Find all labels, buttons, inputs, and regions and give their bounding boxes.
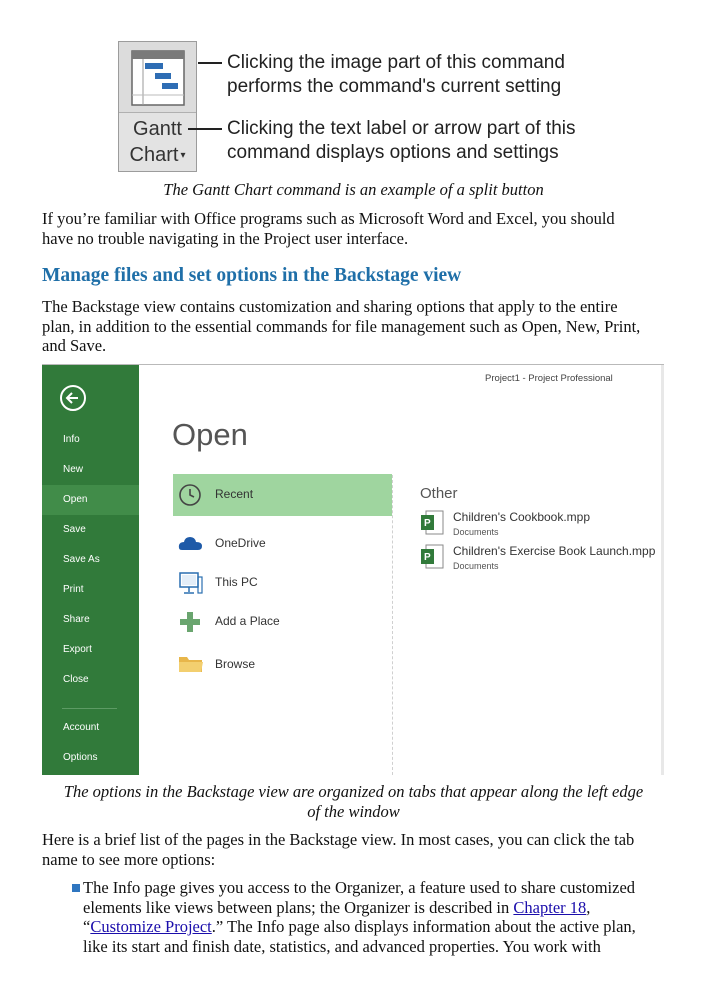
caption-line-1: The options in the Backstage view are or… bbox=[63, 782, 644, 801]
callout-leader-2 bbox=[188, 128, 222, 130]
callout-text-2: Clicking the text label or arrow part of… bbox=[227, 117, 576, 165]
clock-icon bbox=[179, 484, 201, 506]
callout-1-line-1: Clicking the image part of this command bbox=[227, 52, 565, 73]
bullet-square-icon bbox=[72, 884, 80, 892]
svg-text:P: P bbox=[424, 552, 431, 563]
location-label: This PC bbox=[215, 575, 258, 589]
computer-icon bbox=[179, 572, 203, 594]
section-heading: Manage files and set options in the Back… bbox=[42, 265, 462, 286]
list-intro-line-2: name to see more options: bbox=[42, 849, 216, 869]
project-file-icon: P bbox=[421, 544, 444, 569]
bullet-line-3: “Customize Project.” The Info page also … bbox=[83, 917, 683, 937]
figure-caption-backstage: The options in the Backstage view are or… bbox=[0, 782, 707, 822]
nav-export[interactable]: Export bbox=[42, 635, 139, 665]
figure-caption-split-button: The Gantt Chart command is an example of… bbox=[163, 180, 544, 199]
file-location: Documents bbox=[453, 527, 499, 537]
bullet-line-4: like its start and finish date, statisti… bbox=[83, 936, 601, 956]
backstage-sidebar: Info New Open Save Save As Print Share E… bbox=[42, 365, 139, 775]
page-title: Open bbox=[172, 417, 248, 452]
split-button-label-top: Gantt bbox=[133, 118, 182, 140]
nav-close[interactable]: Close bbox=[42, 665, 139, 695]
section-line-3: and Save. bbox=[42, 336, 107, 355]
scrollbar-track[interactable] bbox=[661, 365, 664, 775]
cloud-icon bbox=[178, 537, 202, 550]
other-heading: Other bbox=[420, 485, 458, 502]
bullet-line-2: elements like views between plans; the O… bbox=[83, 898, 683, 918]
nav-new[interactable]: New bbox=[42, 455, 139, 485]
section-line-2: plan, in addition to the essential comma… bbox=[42, 316, 641, 336]
location-this-pc[interactable]: This PC bbox=[173, 562, 392, 604]
chapter-18-link[interactable]: Chapter 18 bbox=[513, 898, 586, 917]
bullet-line-2-punct: , bbox=[586, 897, 591, 917]
location-onedrive[interactable]: OneDrive bbox=[173, 523, 392, 565]
callout-text-1: Clicking the image part of this command … bbox=[227, 51, 565, 99]
location-browse[interactable]: Browse bbox=[173, 644, 392, 686]
bullet-line-1: The Info page gives you access to the Or… bbox=[83, 878, 636, 897]
backstage-screenshot: Info New Open Save Save As Print Share E… bbox=[42, 364, 664, 775]
project-file-icon: P bbox=[421, 510, 444, 535]
section-paragraph: The Backstage view contains customizatio… bbox=[42, 297, 682, 356]
location-label: Add a Place bbox=[215, 614, 280, 628]
customize-project-link[interactable]: Customize Project bbox=[90, 917, 211, 936]
list-intro-line-1: Here is a brief list of the pages in the… bbox=[42, 830, 635, 849]
nav-share[interactable]: Share bbox=[42, 605, 139, 635]
callout-1-line-2: performs the command's current setting bbox=[227, 76, 562, 97]
back-arrow-icon[interactable] bbox=[60, 385, 86, 411]
nav-options[interactable]: Options bbox=[42, 743, 139, 773]
gantt-chart-icon bbox=[131, 50, 185, 106]
nav-save-as[interactable]: Save As bbox=[42, 545, 139, 575]
callout-leader-1 bbox=[198, 62, 222, 64]
intro-line-2: have no trouble navigating in the Projec… bbox=[42, 228, 409, 248]
nav-info[interactable]: Info bbox=[42, 425, 139, 455]
nav-divider bbox=[62, 708, 117, 709]
split-button-label-part[interactable]: Gantt Chart ▾ bbox=[121, 116, 194, 169]
intro-paragraph: If you’re familiar with Office programs … bbox=[42, 209, 682, 248]
list-intro-paragraph: Here is a brief list of the pages in the… bbox=[42, 830, 682, 869]
svg-text:P: P bbox=[424, 518, 431, 529]
file-location: Documents bbox=[453, 561, 499, 571]
bullet-line-3-text: .” The Info page also displays informati… bbox=[211, 917, 636, 936]
callout-2-line-2: command displays options and settings bbox=[227, 142, 559, 163]
location-label: Browse bbox=[215, 657, 256, 671]
recent-file[interactable]: P Children's Exercise Book Launch.mpp Do… bbox=[420, 544, 660, 574]
intro-line-1: If you’re familiar with Office programs … bbox=[42, 209, 615, 228]
callout-2-line-1: Clicking the text label or arrow part of… bbox=[227, 118, 576, 139]
folder-icon bbox=[179, 657, 203, 672]
panel-divider bbox=[392, 475, 394, 775]
nav-save[interactable]: Save bbox=[42, 515, 139, 545]
file-name: Children's Exercise Book Launch.mpp bbox=[453, 544, 656, 558]
location-recent[interactable]: Recent bbox=[173, 474, 392, 516]
split-button-image-part[interactable] bbox=[119, 42, 196, 113]
section-line-1: The Backstage view contains customizatio… bbox=[42, 297, 618, 316]
bullet-line-2-text: elements like views between plans; the O… bbox=[83, 897, 514, 917]
split-button-label-bottom: Chart ▾ bbox=[129, 144, 186, 166]
location-add-place[interactable]: Add a Place bbox=[173, 601, 392, 643]
caption-line-2: of the window bbox=[307, 802, 400, 821]
nav-open[interactable]: Open bbox=[42, 485, 139, 515]
nav-print[interactable]: Print bbox=[42, 575, 139, 605]
location-label: OneDrive bbox=[215, 536, 266, 550]
nav-account[interactable]: Account bbox=[42, 713, 139, 743]
bullet-info-page: The Info page gives you access to the Or… bbox=[83, 878, 683, 956]
gantt-chart-split-button[interactable]: Gantt Chart ▾ bbox=[118, 41, 197, 172]
recent-file[interactable]: P Children's Cookbook.mpp Documents bbox=[420, 510, 660, 540]
plus-icon bbox=[180, 612, 200, 632]
file-name: Children's Cookbook.mpp bbox=[453, 510, 591, 524]
location-label: Recent bbox=[215, 487, 254, 501]
dropdown-arrow-icon[interactable]: ▾ bbox=[180, 150, 185, 161]
window-title: Project1 - Project Professional bbox=[485, 373, 613, 384]
